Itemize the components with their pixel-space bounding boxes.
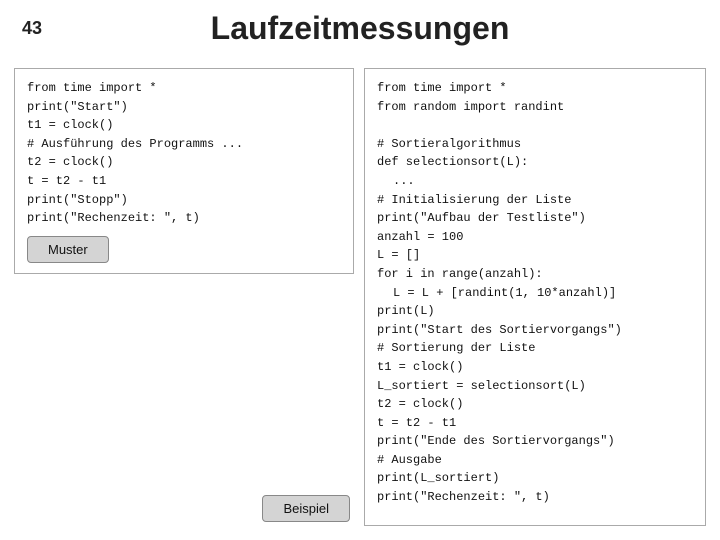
- left-code-line3: t1 = clock(): [27, 116, 341, 135]
- right-code-line17: L_sortiert = selectionsort(L): [377, 377, 693, 396]
- left-code-line4: # Ausführung des Programms ...: [27, 135, 341, 154]
- right-code-line8: print("Aufbau der Testliste"): [377, 209, 693, 228]
- right-code-line22: print(L_sortiert): [377, 469, 693, 488]
- left-code-line5: t2 = clock(): [27, 153, 341, 172]
- left-spacer: [14, 284, 354, 398]
- right-code-line10: L = []: [377, 246, 693, 265]
- right-code-line5: def selectionsort(L):: [377, 153, 693, 172]
- right-code-line11: for i in range(anzahl):: [377, 265, 693, 284]
- right-code-panel: from time import * from random import ra…: [364, 68, 706, 526]
- left-code-line7: print("Stopp"): [27, 191, 341, 210]
- muster-button[interactable]: Muster: [27, 236, 109, 263]
- beispiel-button-row: Beispiel: [14, 408, 354, 526]
- right-code-line14: print("Start des Sortiervorgangs"): [377, 321, 693, 340]
- right-code-line12: L = L + [randint(1, 10*anzahl)]: [377, 284, 693, 303]
- right-code-line21: # Ausgabe: [377, 451, 693, 470]
- right-code-line2: from random import randint: [377, 98, 693, 117]
- left-code-line6: t = t2 - t1: [27, 172, 341, 191]
- left-code-line2: print("Start"): [27, 98, 341, 117]
- right-code-line3: [377, 116, 693, 135]
- right-code-line15: # Sortierung der Liste: [377, 339, 693, 358]
- right-code-line9: anzahl = 100: [377, 228, 693, 247]
- right-code-line18: t2 = clock(): [377, 395, 693, 414]
- muster-code-box: from time import * print("Start") t1 = c…: [14, 68, 354, 274]
- left-code-line8: print("Rechenzeit: ", t): [27, 209, 341, 228]
- left-panel: from time import * print("Start") t1 = c…: [14, 68, 354, 526]
- right-code-line13: print(L): [377, 302, 693, 321]
- right-code-line7: # Initialisierung der Liste: [377, 191, 693, 210]
- muster-button-row: Muster: [27, 236, 341, 263]
- slide-title: Laufzeitmessungen: [0, 10, 720, 47]
- right-code-line20: print("Ende des Sortiervorgangs"): [377, 432, 693, 451]
- right-code-line1: from time import *: [377, 79, 693, 98]
- right-code-line16: t1 = clock(): [377, 358, 693, 377]
- beispiel-button[interactable]: Beispiel: [262, 495, 350, 522]
- right-code-line6: ...: [377, 172, 693, 191]
- content-area: from time import * print("Start") t1 = c…: [14, 68, 706, 526]
- right-code-line23: print("Rechenzeit: ", t): [377, 488, 693, 507]
- right-code-line19: t = t2 - t1: [377, 414, 693, 433]
- slide: 43 Laufzeitmessungen from time import * …: [0, 0, 720, 540]
- right-code-line4: # Sortieralgorithmus: [377, 135, 693, 154]
- left-code-line1: from time import *: [27, 79, 341, 98]
